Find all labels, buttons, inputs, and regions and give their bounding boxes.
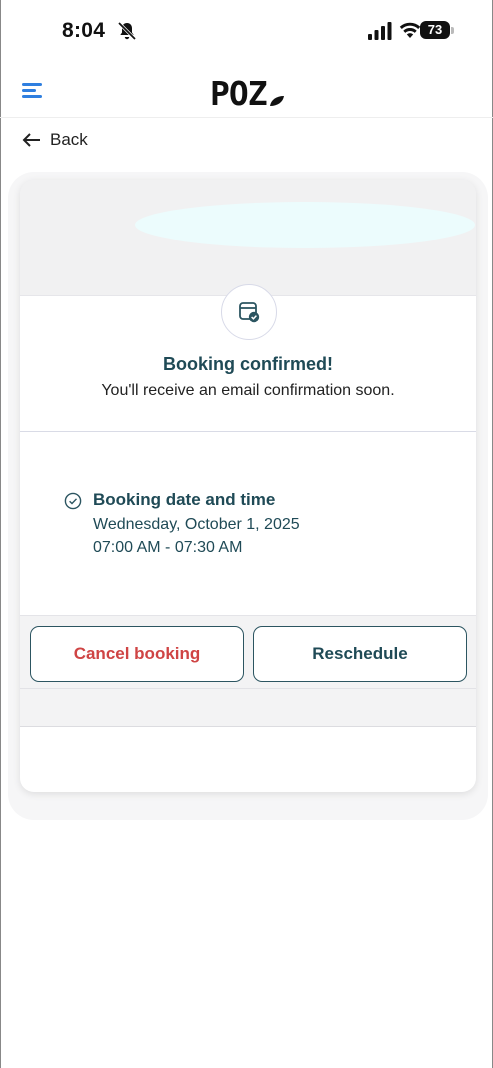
app-logo: POZ [210, 72, 285, 112]
back-label: Back [50, 130, 88, 149]
card-spacer-row [20, 689, 476, 727]
check-circle-icon [64, 492, 82, 510]
wifi-icon [399, 22, 421, 38]
battery-cap [451, 27, 454, 34]
booking-confirmation-card: Booking confirmed! You'll receive an ema… [20, 180, 476, 792]
booking-actions: Cancel booking Reschedule [20, 615, 476, 689]
booking-time-range: 07:00 AM - 07:30 AM [93, 539, 243, 556]
card-header-area [20, 180, 476, 295]
confirmation-panel: Booking confirmed! You'll receive an ema… [20, 284, 476, 432]
booking-date: Wednesday, October 1, 2025 [93, 516, 300, 533]
status-bar: 8:04 73 [0, 0, 493, 50]
calendar-check-icon [239, 302, 260, 323]
screen-edge-left [0, 0, 1, 1068]
hamburger-menu-icon[interactable] [22, 83, 44, 99]
bell-muted-icon [117, 21, 137, 41]
app-header: POZ [0, 62, 493, 118]
booking-details-label: Booking date and time [93, 490, 276, 509]
confirmation-subtitle: You'll receive an email confirmation soo… [101, 382, 395, 399]
battery-level: 73 [420, 21, 450, 39]
back-link[interactable]: Back [22, 127, 88, 153]
cellular-signal-icon [368, 22, 392, 40]
arrow-left-icon [22, 133, 40, 147]
battery-icon: 73 [420, 19, 456, 41]
confirmation-title: Booking confirmed! [163, 354, 333, 374]
card-bottom-row [20, 727, 476, 792]
reschedule-button[interactable]: Reschedule [253, 626, 467, 682]
logo-leaf-icon [269, 96, 284, 106]
booking-details: Booking date and time Wednesday, October… [20, 432, 476, 615]
calendar-check-badge [221, 284, 277, 340]
cancel-booking-button[interactable]: Cancel booking [30, 626, 244, 682]
decorative-highlight [135, 202, 475, 248]
logo-text: POZ [210, 74, 268, 113]
status-time: 8:04 [62, 19, 106, 42]
